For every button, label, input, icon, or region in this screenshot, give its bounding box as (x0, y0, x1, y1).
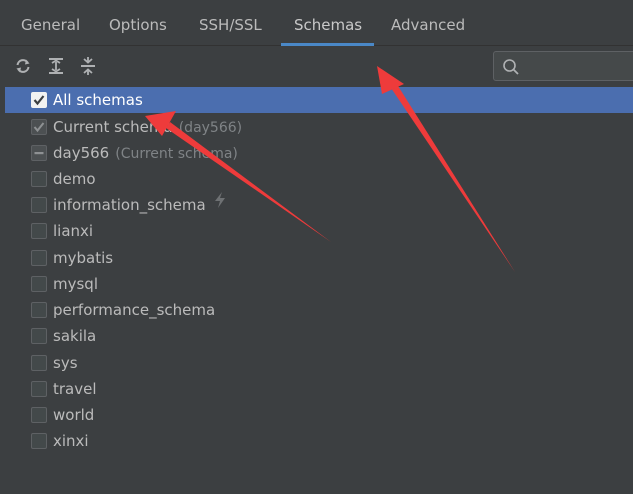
data-source-schemas-panel: General Options SSH/SSL Schemas Advanced (0, 0, 633, 494)
information-schema-checkbox[interactable] (31, 197, 47, 213)
lianxi-checkbox[interactable] (31, 223, 47, 239)
search-icon (502, 58, 520, 76)
row-label: demo (53, 170, 96, 188)
row-label: world (53, 406, 95, 424)
tab-options[interactable]: Options (109, 0, 167, 46)
row-label: mysql (53, 275, 98, 293)
schema-name: Current schema (53, 118, 173, 136)
schema-hint: (day566) (178, 120, 243, 136)
schema-name: information_schema (53, 196, 206, 214)
expand-all-icon[interactable] (46, 56, 66, 76)
row-label: lianxi (53, 222, 94, 240)
schema-name: day566 (53, 144, 110, 162)
schema-row-lianxi[interactable]: lianxi (26, 218, 633, 244)
schema-row-travel[interactable]: travel (26, 376, 633, 402)
schema-row-all-schemas[interactable]: All schemas (5, 87, 633, 113)
demo-checkbox[interactable] (31, 171, 47, 187)
search-input[interactable] (524, 55, 633, 79)
bolt-icon (212, 191, 228, 217)
tab-bar: General Options SSH/SSL Schemas Advanced (0, 0, 633, 46)
row-label: sys (53, 354, 78, 372)
sakila-checkbox[interactable] (31, 328, 47, 344)
row-label: day566 (Current schema) (53, 140, 238, 166)
row-label: performance_schema (53, 301, 216, 319)
tab-general[interactable]: General (21, 0, 80, 46)
current-schema-checkbox[interactable] (31, 119, 47, 135)
mybatis-checkbox[interactable] (31, 250, 47, 266)
schema-row-xinxi[interactable]: xinxi (26, 428, 633, 454)
schema-row-sakila[interactable]: sakila (26, 323, 633, 349)
row-label: information_schema (53, 192, 228, 218)
search-box[interactable] (493, 51, 633, 81)
tab-advanced[interactable]: Advanced (391, 0, 465, 46)
schema-row-demo[interactable]: demo (26, 166, 633, 192)
row-label: xinxi (53, 432, 89, 450)
schema-hint: (Current schema) (115, 146, 238, 162)
mysql-checkbox[interactable] (31, 276, 47, 292)
schema-row-information-schema[interactable]: information_schema (26, 192, 633, 218)
sys-checkbox[interactable] (31, 355, 47, 371)
schema-row-mybatis[interactable]: mybatis (26, 245, 633, 271)
refresh-icon[interactable] (13, 56, 33, 76)
all-schemas-checkbox[interactable] (31, 92, 47, 108)
schema-row-mysql[interactable]: mysql (26, 271, 633, 297)
active-tab-indicator (281, 43, 374, 46)
xinxi-checkbox[interactable] (31, 433, 47, 449)
performance-schema-checkbox[interactable] (31, 302, 47, 318)
schema-row-world[interactable]: world (26, 402, 633, 428)
row-label: Current schema (day566) (53, 114, 242, 140)
travel-checkbox[interactable] (31, 381, 47, 397)
world-checkbox[interactable] (31, 407, 47, 423)
day566-checkbox[interactable] (31, 145, 47, 161)
schema-row-sys[interactable]: sys (26, 350, 633, 376)
schema-list: All schemas Current schema (day566) day56… (0, 87, 633, 467)
row-label: All schemas (53, 91, 143, 109)
collapse-all-icon[interactable] (78, 56, 98, 76)
schema-row-day566[interactable]: day566 (Current schema) (26, 140, 633, 166)
tab-ssh-ssl[interactable]: SSH/SSL (199, 0, 262, 46)
tab-schemas[interactable]: Schemas (294, 0, 362, 46)
row-label: mybatis (53, 249, 114, 267)
row-label: sakila (53, 327, 97, 345)
schema-row-current-schema[interactable]: Current schema (day566) (26, 114, 633, 140)
schema-row-performance-schema[interactable]: performance_schema (26, 297, 633, 323)
row-label: travel (53, 380, 97, 398)
